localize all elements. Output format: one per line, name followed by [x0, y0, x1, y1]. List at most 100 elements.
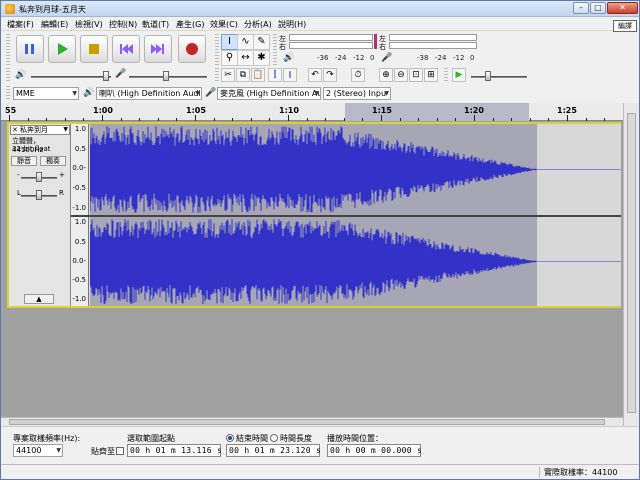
menu-transport[interactable]: 控制(N): [109, 19, 137, 30]
length-radio[interactable]: [270, 434, 278, 442]
record-button[interactable]: [178, 35, 206, 63]
play-speed-slider[interactable]: [485, 71, 491, 81]
rec-meter-left[interactable]: [389, 34, 477, 41]
paste-button[interactable]: 📋: [251, 68, 265, 82]
sync-lock-button[interactable]: ⏱: [351, 68, 365, 82]
pan-right-label: R: [59, 189, 64, 197]
input-channels-dropdown[interactable]: 2 (Stereo) Inpu ▼: [323, 87, 391, 100]
menu-edit[interactable]: 編輯(E): [41, 19, 68, 30]
envelope-tool[interactable]: ∿: [237, 34, 254, 50]
audio-position-time[interactable]: 00 h 00 m 00.000 s: [327, 444, 422, 457]
toolbar-grip[interactable]: [273, 34, 277, 66]
input-device-dropdown[interactable]: 麥克風 (High Definition Au ▼: [217, 87, 321, 100]
gain-minus-label: -: [17, 171, 20, 179]
amplitude-label: 0.5: [74, 145, 86, 153]
zoom-out-button[interactable]: ⊖: [394, 68, 408, 82]
stop-button[interactable]: [80, 35, 108, 63]
trim-button[interactable]: ⫿: [268, 68, 282, 82]
menu-bar: 檔案(F) 編輯(E) 檢視(V) 控制(N) 軌道(T) 產生(G) 效果(C…: [1, 17, 639, 31]
close-button[interactable]: ✕: [607, 2, 638, 14]
output-volume-slider[interactable]: [103, 71, 109, 81]
minimize-button[interactable]: –: [573, 2, 589, 14]
track-panel[interactable]: ✕ 私奔到月 ▼ 立體聲，44100Hz 32-bit float 靜音 獨奏 …: [1, 121, 623, 417]
vertical-scroll-thumb[interactable]: [627, 113, 636, 413]
trim-icon: ⫿: [273, 70, 277, 80]
pan-slider[interactable]: [36, 190, 42, 200]
output-volume-track[interactable]: [31, 76, 111, 78]
zoom-in-button[interactable]: ⊕: [379, 68, 393, 82]
silence-button[interactable]: ⫾: [283, 68, 297, 82]
gain-slider[interactable]: [36, 172, 42, 182]
audio-track[interactable]: ✕ 私奔到月 ▼ 立體聲，44100Hz 32-bit float 靜音 獨奏 …: [7, 122, 621, 308]
fit-selection-button[interactable]: ⊡: [409, 68, 423, 82]
time-shift-tool[interactable]: ↔: [237, 50, 254, 66]
play-meter-tick: -36: [317, 54, 329, 62]
skip-to-start-button[interactable]: [112, 35, 140, 63]
horizontal-scroll-thumb[interactable]: [9, 419, 605, 425]
track-menu-icon[interactable]: ▼: [63, 126, 68, 134]
toolbar-grip[interactable]: [6, 68, 10, 82]
project-rate-dropdown[interactable]: 44100 ▼: [13, 444, 63, 457]
track-name-menu[interactable]: ✕ 私奔到月 ▼: [10, 125, 70, 135]
undo-button[interactable]: ↶: [308, 68, 322, 82]
toolbar-grip[interactable]: [444, 68, 448, 82]
selection-tool[interactable]: I: [221, 34, 238, 50]
time-shift-tool-icon: ↔: [241, 52, 250, 63]
menu-analyze[interactable]: 分析(A): [244, 19, 272, 30]
rec-meter-right[interactable]: [389, 42, 477, 49]
toolbar-grip[interactable]: [6, 34, 10, 66]
toolbar-grip[interactable]: [215, 68, 219, 82]
amplitude-label: 1.0: [74, 125, 86, 133]
fit-project-button[interactable]: ⊞: [424, 68, 438, 82]
waveform-left-channel[interactable]: [90, 124, 621, 215]
undo-icon: ↶: [311, 70, 319, 80]
input-volume-slider[interactable]: [163, 71, 169, 81]
draw-tool[interactable]: ✎: [253, 34, 270, 50]
menu-generate[interactable]: 產生(G): [176, 19, 204, 30]
audio-position-label: 播放時間位置：: [327, 434, 383, 443]
amplitude-label: -1.0: [72, 295, 86, 303]
multi-tool[interactable]: ✱: [253, 50, 270, 66]
vertical-scrollbar[interactable]: [623, 103, 639, 426]
output-device-dropdown[interactable]: 喇叭 (High Definition Audic ▼: [96, 87, 202, 100]
toolbar-grip[interactable]: [6, 86, 10, 100]
play-button[interactable]: [48, 35, 76, 63]
length-label: 時間長度: [280, 434, 312, 443]
timeline-ruler[interactable]: 55 1:00 1:05 1:10 1:15 1:20 1:25: [1, 103, 623, 121]
audio-host-dropdown[interactable]: MME ▼: [13, 87, 79, 100]
skip-to-end-button[interactable]: [144, 35, 172, 63]
snap-to-checkbox[interactable]: [116, 447, 124, 455]
input-channels-value: 2 (Stereo) Inpu: [326, 89, 387, 98]
input-volume-icon: 🎤: [115, 69, 127, 79]
waveform-right-channel[interactable]: [90, 217, 621, 306]
mic-device-icon: 🎤: [205, 88, 217, 98]
horizontal-scrollbar[interactable]: [1, 417, 623, 426]
end-time-label: 結束時間: [236, 434, 268, 443]
menu-tracks[interactable]: 軌道(T): [142, 19, 169, 30]
menu-effect[interactable]: 效果(C): [210, 19, 238, 30]
title-bar[interactable]: 私奔到月球-五月天 – □ ✕: [1, 1, 639, 17]
play-meter-left[interactable]: [289, 34, 373, 41]
redo-button[interactable]: ↷: [323, 68, 337, 82]
toolbar-grip[interactable]: [215, 34, 219, 66]
skip-to-end-icon: [151, 44, 164, 54]
collapse-track-button[interactable]: ▲: [24, 294, 54, 304]
cut-button[interactable]: ✂: [221, 68, 235, 82]
maximize-button[interactable]: □: [590, 2, 606, 14]
selection-end-time[interactable]: 00 h 01 m 23.120 s: [226, 444, 321, 457]
menu-file[interactable]: 檔案(F): [7, 19, 34, 30]
zoom-tool[interactable]: ⚲: [221, 50, 238, 66]
play-speed-track[interactable]: [471, 76, 527, 78]
end-time-radio[interactable]: [226, 434, 234, 442]
menu-help[interactable]: 說明(H): [278, 19, 306, 30]
pause-button[interactable]: [16, 35, 44, 63]
menu-view[interactable]: 檢視(V): [75, 19, 103, 30]
play-at-speed-button[interactable]: ▶: [452, 68, 466, 82]
copy-button[interactable]: ⧉: [236, 68, 250, 82]
mute-button[interactable]: 靜音: [11, 156, 37, 166]
selection-start-time[interactable]: 00 h 01 m 13.116 s: [127, 444, 222, 457]
play-meter-right[interactable]: [289, 42, 373, 49]
track-close-icon[interactable]: ✕: [12, 126, 18, 134]
solo-button[interactable]: 獨奏: [40, 156, 66, 166]
speaker-device-icon: 🔊: [83, 88, 95, 98]
